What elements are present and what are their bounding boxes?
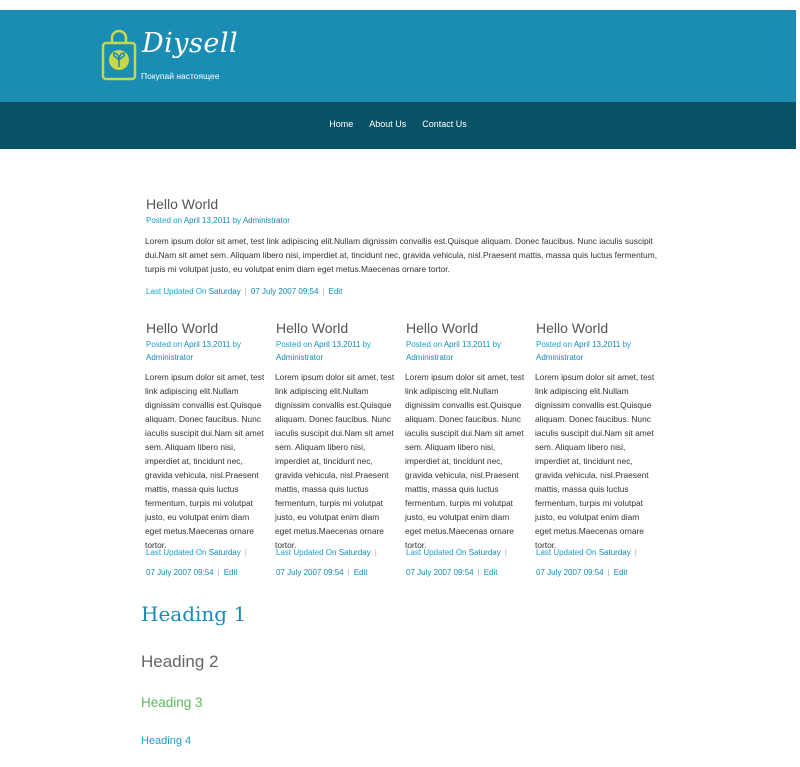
updated-date: 07 July 2007 09:54 [250,287,319,296]
post-date-link[interactable]: April 13,2011 [184,216,231,225]
nav-item-contact-us[interactable]: Contact Us [422,119,467,129]
post-date-link[interactable]: April 13,2011 [444,340,491,349]
post-footer-date: 07 July 2007 09:54 | Edit [146,568,238,577]
post-footer-date: 07 July 2007 09:54 | Edit [276,568,368,577]
featured-post-title[interactable]: Hello World [146,196,218,212]
post-footer-updated: Last Updated On Saturday | [146,548,247,557]
by-label: by [622,340,632,349]
post-date-link[interactable]: April 13,2011 [574,340,621,349]
updated-day: Saturday [468,548,501,557]
post-body: Lorem ipsum dolor sit amet, test link ad… [145,372,265,550]
post-meta: Posted on April 13,2011 by Administrator [276,338,394,364]
post-title[interactable]: Hello World [406,320,478,336]
heading-4: Heading 4 [141,735,192,747]
posted-on-label: Posted on [146,216,183,225]
heading-1: Heading 1 [141,602,247,626]
author-link[interactable]: Administrator [276,353,323,362]
by-label: by [492,340,502,349]
post-body: Lorem ipsum dolor sit amet, test link ad… [535,372,655,550]
posted-on-label: Posted on [146,340,183,349]
updated-date: 07 July 2007 09:54 [536,568,604,577]
last-updated-label: Last Updated On [406,548,467,557]
author-link[interactable]: Administrator [536,353,583,362]
last-updated-label: Last Updated On [146,548,207,557]
post-footer-date: 07 July 2007 09:54 | Edit [406,568,498,577]
updated-day: Saturday [598,548,631,557]
nav-item-home[interactable]: Home [329,119,353,129]
edit-link[interactable]: Edit [224,568,238,577]
site-tagline: Покупай настоящее [141,71,220,81]
post-date-link[interactable]: April 13,2011 [184,340,231,349]
post-title[interactable]: Hello World [536,320,608,336]
shopping-bag-leaf-icon[interactable] [101,29,137,81]
post-body: Lorem ipsum dolor sit amet, test link ad… [405,372,525,550]
post-footer-updated: Last Updated On Saturday | [276,548,377,557]
updated-date: 07 July 2007 09:54 [146,568,214,577]
last-updated-label: Last Updated On [276,548,337,557]
posted-on-label: Posted on [406,340,443,349]
last-updated-label: Last Updated On [146,287,207,296]
post-date-link[interactable]: April 13,2011 [314,340,361,349]
updated-date: 07 July 2007 09:54 [406,568,474,577]
by-label: by [362,340,372,349]
post-title[interactable]: Hello World [276,320,348,336]
updated-day: Saturday [208,287,241,296]
site-name[interactable]: Diysell [142,28,238,59]
edit-link[interactable]: Edit [354,568,368,577]
author-link[interactable]: Administrator [406,353,453,362]
author-link[interactable]: Administrator [146,353,193,362]
featured-post-meta: Posted on April 13,2011 by Administrator [146,214,290,227]
post-meta: Posted on April 13,2011 by Administrator [146,338,264,364]
edit-link[interactable]: Edit [614,568,628,577]
heading-2: Heading 2 [141,652,219,671]
featured-post-body: Lorem ipsum dolor sit amet, test link ad… [145,236,658,274]
author-link[interactable]: Administrator [243,216,290,225]
featured-post-footer: Last Updated On Saturday | 07 July 2007 09… [146,287,343,296]
edit-link[interactable]: Edit [484,568,498,577]
nav-item-about-us[interactable]: About Us [369,119,406,129]
heading-3: Heading 3 [141,695,203,710]
updated-date: 07 July 2007 09:54 [276,568,344,577]
by-label: by [232,216,242,225]
post-meta: Posted on April 13,2011 by Administrator [536,338,654,364]
posted-on-label: Posted on [536,340,573,349]
updated-day: Saturday [208,548,241,557]
post-meta: Posted on April 13,2011 by Administrator [406,338,524,364]
post-footer-date: 07 July 2007 09:54 | Edit [536,568,628,577]
post-footer-updated: Last Updated On Saturday | [406,548,507,557]
site-header: Diysell Покупай настоящее [0,10,796,102]
last-updated-label: Last Updated On [536,548,597,557]
main-nav: Home About Us Contact Us [0,102,796,149]
by-label: by [232,340,242,349]
edit-link[interactable]: Edit [329,287,343,296]
post-footer-updated: Last Updated On Saturday | [536,548,637,557]
posted-on-label: Posted on [276,340,313,349]
post-body: Lorem ipsum dolor sit amet, test link ad… [275,372,395,550]
updated-day: Saturday [338,548,371,557]
post-title[interactable]: Hello World [146,320,218,336]
